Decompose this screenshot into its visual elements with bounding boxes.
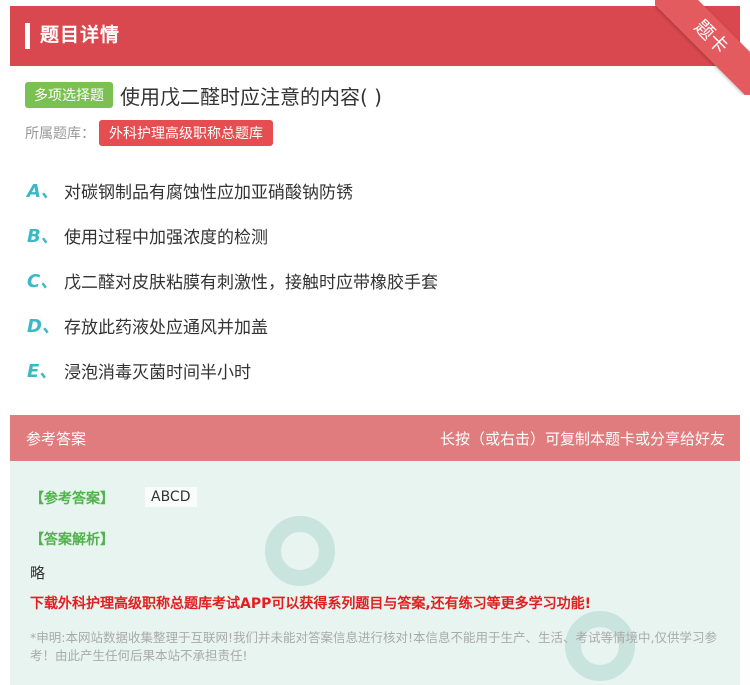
bank-tag[interactable]: 外科护理高级职称总题库 [99, 120, 273, 146]
download-promo-link[interactable]: 下载外科护理高级职称总题库考试APP可以获得系列题目与答案,还有练习等更多学习功… [30, 593, 591, 613]
option-text: 使用过程中加强浓度的检测 [64, 227, 268, 248]
answer-header: 参考答案 长按（或右击）可复制本题卡或分享给好友 [10, 415, 740, 461]
option-a[interactable]: A、 对碳钢制品有腐蚀性应加亚硝酸钠防锈 [27, 177, 353, 203]
option-c[interactable]: C、 戊二醛对皮肤粘膜有刺激性，接触时应带橡胶手套 [27, 267, 438, 293]
option-text: 戊二醛对皮肤粘膜有刺激性，接触时应带橡胶手套 [64, 272, 438, 293]
corner-ribbon: 题卡 [655, 0, 750, 95]
option-text: 存放此药液处应通风并加盖 [64, 317, 268, 338]
answer-value: ABCD [145, 487, 197, 507]
question-line: 多项选择题 使用戊二醛时应注意的内容( ) [25, 78, 382, 112]
option-text: 浸泡消毒灭菌时间半小时 [64, 362, 251, 383]
question-type-tag: 多项选择题 [25, 82, 113, 108]
bank-label: 所属题库： [25, 126, 95, 142]
option-text: 对碳钢制品有腐蚀性应加亚硝酸钠防锈 [64, 182, 353, 203]
option-letter: A、 [27, 181, 59, 202]
option-letter: E、 [27, 361, 58, 382]
bank-line: 所属题库： 外科护理高级职称总题库 [25, 120, 273, 146]
analysis-label: 【答案解析】 [30, 532, 114, 548]
page-title: 题目详情 [40, 24, 121, 46]
answer-section-title: 参考答案 [26, 430, 87, 448]
option-d[interactable]: D、 存放此药液处应通风并加盖 [27, 312, 268, 338]
watermark-logo-icon [265, 516, 335, 586]
header-bar: 题目详情 [10, 6, 740, 66]
analysis-text: 略 [30, 564, 46, 582]
option-letter: C、 [27, 271, 59, 292]
title-accent-bar [25, 23, 30, 49]
corner-label: 题卡 [655, 0, 750, 95]
option-letter: B、 [27, 226, 59, 247]
option-e[interactable]: E、 浸泡消毒灭菌时间半小时 [27, 357, 251, 383]
copy-hint: 长按（或右击）可复制本题卡或分享给好友 [439, 430, 725, 448]
option-letter: D、 [27, 316, 60, 337]
answer-body: 【参考答案】 ABCD 【答案解析】 略 下载外科护理高级职称总题库考试APP可… [10, 461, 740, 685]
question-text: 使用戊二醛时应注意的内容( ) [120, 84, 382, 109]
disclaimer-text: *申明:本网站数据收集整理于互联网!我们并未能对答案信息进行核对!本信息不能用于… [30, 630, 717, 663]
option-b[interactable]: B、 使用过程中加强浓度的检测 [27, 222, 268, 248]
answer-label: 【参考答案】 [30, 491, 114, 507]
